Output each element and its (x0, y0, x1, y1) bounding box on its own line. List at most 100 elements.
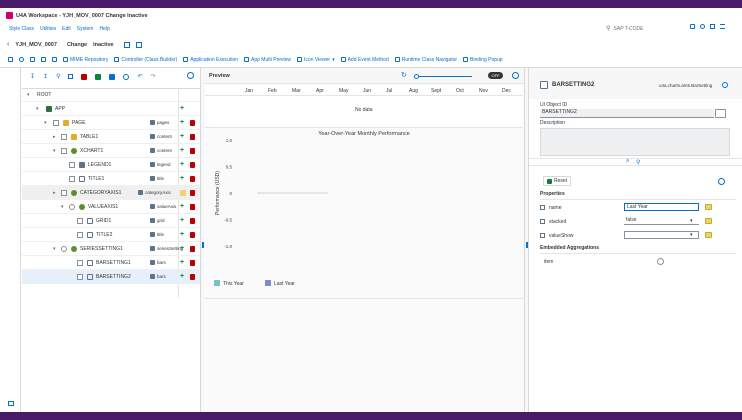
trash-icon[interactable] (190, 189, 195, 196)
menu-system[interactable]: System (77, 26, 94, 32)
add-child-icon[interactable]: + (180, 203, 184, 210)
edit-toggle-icon[interactable] (123, 41, 130, 48)
prop-valueshow-select[interactable] (624, 231, 699, 239)
icon-viewer-button[interactable]: Icon Viewer ▾ (297, 57, 335, 63)
trash-icon[interactable] (190, 119, 195, 126)
trash-icon[interactable] (190, 231, 195, 238)
prop-stacked-select[interactable]: false (624, 217, 699, 225)
tree-row-title2[interactable]: TITLE2 title + (22, 228, 200, 242)
layout-icon[interactable] (8, 57, 13, 62)
tree-row-app[interactable]: ▾ APP + (22, 102, 200, 116)
panel-collapse-bar[interactable]: ˄ ⚲ (529, 158, 742, 166)
add-child-icon[interactable]: + (180, 231, 184, 238)
add-child-icon[interactable]: + (180, 259, 184, 266)
add-child-icon[interactable]: + (180, 217, 184, 224)
controller-button[interactable]: Controller (Class Builder) (114, 57, 177, 63)
add-child-icon[interactable]: + (180, 273, 184, 280)
zoom-slider[interactable] (414, 74, 472, 79)
copy-icon[interactable] (68, 74, 74, 79)
help-icon[interactable] (187, 72, 194, 79)
bookmark-icon[interactable] (710, 24, 715, 29)
add-child-icon[interactable]: + (180, 161, 184, 168)
add-event-method-button[interactable]: Add Event Method (340, 57, 389, 63)
undo-icon[interactable]: ↶ (137, 73, 142, 80)
tree-row-barsetting2[interactable]: BARSETTING2 bars + (22, 270, 200, 284)
tcode-search[interactable]: ⚲ SAP T-CODE (606, 24, 686, 33)
tree-row-title1[interactable]: TITLE1 title + (22, 172, 200, 186)
delete-icon[interactable] (81, 73, 88, 80)
legend-label-2[interactable]: Last Year (274, 281, 295, 287)
description-textarea[interactable] (540, 128, 730, 156)
app-execution-button[interactable]: Application Execution (183, 57, 238, 63)
tree-row-legend1[interactable]: LEGEND1 legend + (22, 158, 200, 172)
legend-swatch-2[interactable] (265, 280, 271, 286)
add-child-icon[interactable]: + (180, 245, 184, 252)
add-child-icon[interactable]: + (180, 119, 184, 126)
trash-icon[interactable] (190, 161, 195, 168)
collapse-all-icon[interactable]: ↥ (43, 73, 48, 80)
tree-row-page[interactable]: ▾ PAGE pages + (22, 116, 200, 130)
trash-icon[interactable] (190, 175, 195, 182)
trash-icon[interactable] (190, 147, 195, 154)
add-child-icon[interactable]: + (180, 175, 184, 182)
tree-checkbox[interactable] (61, 245, 67, 252)
binding-icon[interactable] (705, 204, 712, 210)
agg-info-icon[interactable] (657, 258, 664, 265)
paste-icon[interactable] (95, 73, 102, 80)
tree-checkbox[interactable] (61, 189, 67, 196)
binding-icon[interactable] (705, 218, 712, 224)
slider-handle[interactable] (414, 74, 419, 79)
tree-row-table1[interactable]: ▸ TABLE1 content + (22, 130, 200, 144)
runtime-class-navigator-button[interactable]: Runtime Class Navigator (394, 57, 457, 63)
object-nav-icon[interactable] (722, 82, 728, 88)
user-icon[interactable] (123, 73, 130, 80)
trash-icon[interactable] (190, 259, 195, 266)
back-icon[interactable]: ‹ (7, 41, 9, 48)
code-icon[interactable] (41, 57, 46, 62)
trash-icon[interactable] (190, 133, 195, 140)
tree-row-xchart1[interactable]: ▾ XCHART1 content + (22, 144, 200, 158)
tree-checkbox[interactable] (69, 175, 75, 182)
tree-row-valueaxis1[interactable]: ▾ VALUEAXIS1 valueAxis + (22, 200, 200, 214)
tree-checkbox[interactable] (77, 273, 83, 280)
copy-id-icon[interactable] (715, 109, 726, 118)
settings-icon[interactable] (700, 24, 705, 29)
highlight-icon[interactable] (180, 190, 186, 196)
rail-footer-icon[interactable] (8, 401, 14, 406)
tree-row-seriessetting1[interactable]: ▾ SERIESSETTING1 seriesSetting + (22, 242, 200, 256)
trash-icon[interactable] (190, 245, 195, 252)
refresh-icon[interactable]: ↻ (401, 71, 407, 79)
preview-toggle[interactable]: OFF (488, 72, 503, 79)
mime-repository-button[interactable]: MIME Repository (63, 57, 108, 63)
menu-utilities[interactable]: Utilities (40, 26, 56, 32)
redo-icon[interactable]: ↷ (151, 73, 156, 80)
ui-object-id-field[interactable]: BARSETTING2 (540, 109, 714, 118)
trash-icon[interactable] (190, 203, 195, 210)
open-external-icon[interactable] (135, 41, 142, 48)
transport-icon[interactable] (690, 24, 695, 29)
tree-checkbox[interactable] (53, 119, 59, 126)
trash-icon[interactable] (190, 273, 195, 280)
add-child-icon[interactable]: + (180, 105, 184, 112)
tree-checkbox[interactable] (77, 231, 83, 238)
binding-icon[interactable] (705, 232, 712, 238)
tree-row-categoryaxis1[interactable]: ▸ CATEGORYAXIS1 categoryAxis (22, 186, 200, 200)
tree-row-barsetting1[interactable]: BARSETTING1 bars + (22, 256, 200, 270)
tree-checkbox[interactable] (61, 133, 67, 140)
tree-row-grid1[interactable]: GRID1 grid + (22, 214, 200, 228)
shield-icon[interactable] (30, 57, 35, 62)
add-child-icon[interactable]: + (180, 147, 184, 154)
reset-button[interactable]: Reset (543, 176, 571, 186)
app-multi-preview-button[interactable]: App Multi Preview (244, 57, 291, 63)
tree-checkbox[interactable] (61, 147, 67, 154)
binding-popup-button[interactable]: Binding Popup (463, 57, 503, 63)
prop-name-input[interactable]: Last Year (624, 203, 699, 211)
menu-style-class[interactable]: Style Class (9, 26, 34, 32)
menu-edit[interactable]: Edit (62, 26, 71, 32)
check-icon[interactable] (19, 57, 24, 62)
add-child-icon[interactable]: + (180, 133, 184, 140)
menu-icon[interactable] (720, 24, 725, 29)
legend-label-1[interactable]: This Year (223, 281, 244, 287)
tools-icon[interactable] (52, 57, 57, 62)
move-icon[interactable] (109, 73, 116, 80)
